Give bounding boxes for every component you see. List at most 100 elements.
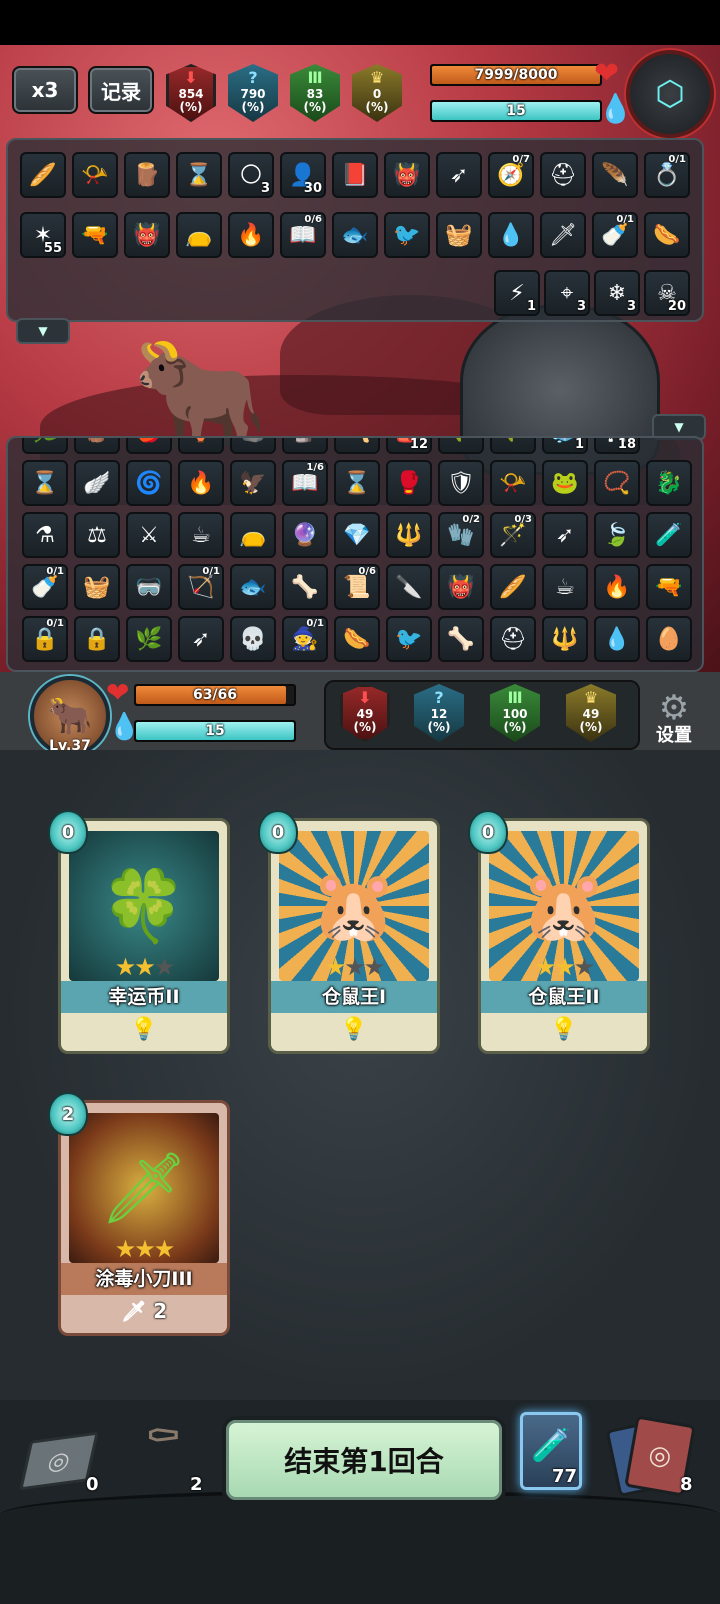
item-slot[interactable]: 🥚 bbox=[646, 616, 692, 662]
log-button[interactable]: 记录 bbox=[88, 66, 154, 114]
item-slot[interactable]: 🥖 bbox=[20, 152, 66, 198]
item-slot[interactable]: 🔒 0/1 bbox=[22, 616, 68, 662]
card-lucky-coin[interactable]: 🍀 ★★★ 幸运币II 💡 bbox=[58, 818, 230, 1054]
item-slot[interactable]: 👝 bbox=[230, 512, 276, 558]
item-slot[interactable]: 🔥 bbox=[594, 564, 640, 610]
card-hamster-king-1[interactable]: 🐹 ★★★ 仓鼠王I 💡 bbox=[268, 818, 440, 1054]
item-slot[interactable]: 🧺 bbox=[436, 212, 482, 258]
item-slot[interactable]: 🌭 bbox=[644, 212, 690, 258]
item-slot[interactable]: 👹 bbox=[124, 212, 170, 258]
item-slot[interactable]: 🍃 bbox=[594, 512, 640, 558]
item-slot[interactable]: ⚡ 1 bbox=[494, 270, 540, 316]
item-slot[interactable]: 🥊 bbox=[386, 460, 432, 506]
item-slot[interactable]: 🌀 bbox=[126, 460, 172, 506]
item-slot[interactable]: ⌖ 3 bbox=[544, 270, 590, 316]
item-slot[interactable]: 👤 30 bbox=[280, 152, 326, 198]
item-slot[interactable]: 🎒12 bbox=[386, 438, 432, 454]
item-slot[interactable]: 🍼 0/1 bbox=[592, 212, 638, 258]
item-slot[interactable]: 👹 bbox=[384, 152, 430, 198]
item-slot[interactable]: 🔱 bbox=[386, 512, 432, 558]
item-slot[interactable]: 🪽 bbox=[74, 460, 120, 506]
item-slot[interactable]: 🦅 bbox=[230, 460, 276, 506]
card-hamster-king-2[interactable]: 🐹 ★★★ 仓鼠王II 💡 bbox=[478, 818, 650, 1054]
item-slot[interactable]: ➶ bbox=[436, 152, 482, 198]
item-slot[interactable]: 🏺 bbox=[178, 438, 224, 454]
item-slot[interactable]: 🐦 bbox=[384, 212, 430, 258]
item-slot[interactable]: ⛑ bbox=[490, 616, 536, 662]
item-slot[interactable]: 🌕 3 bbox=[228, 152, 274, 198]
item-slot[interactable]: ☕ bbox=[178, 512, 224, 558]
item-slot[interactable]: 🥖 bbox=[490, 564, 536, 610]
enemy-panel-toggle[interactable]: ▼ bbox=[16, 318, 70, 344]
item-slot[interactable]: 🔮 bbox=[282, 512, 328, 558]
item-slot[interactable]: 🐟 bbox=[332, 212, 378, 258]
item-slot[interactable]: 💎 bbox=[334, 512, 380, 558]
enemy-portrait[interactable]: ⬡ bbox=[626, 50, 714, 138]
item-slot[interactable]: ⚗ bbox=[22, 512, 68, 558]
item-slot[interactable]: 🪄 0/3 bbox=[490, 512, 536, 558]
item-slot[interactable]: 🔫 bbox=[72, 212, 118, 258]
item-slot[interactable]: 🏹 0/1 bbox=[178, 564, 224, 610]
item-slot[interactable]: 📕 bbox=[332, 152, 378, 198]
item-slot[interactable]: 🌾 bbox=[490, 438, 536, 454]
item-slot[interactable]: ⛩18 bbox=[594, 438, 640, 454]
item-slot[interactable]: ⌛ bbox=[334, 460, 380, 506]
speed-button[interactable]: x3 bbox=[12, 66, 78, 114]
item-slot[interactable]: 💧 bbox=[488, 212, 534, 258]
item-slot[interactable]: 🐸 bbox=[542, 460, 588, 506]
item-slot[interactable]: 🌿 bbox=[126, 616, 172, 662]
item-slot[interactable]: 📖 1/6 bbox=[282, 460, 328, 506]
item-slot[interactable]: 💍 0/1 bbox=[644, 152, 690, 198]
item-slot[interactable]: 👝 bbox=[176, 212, 222, 258]
item-slot[interactable]: 🪵 bbox=[74, 438, 120, 454]
item-slot[interactable]: ⛑ bbox=[540, 152, 586, 198]
item-slot[interactable]: 🪶 bbox=[592, 152, 638, 198]
item-slot[interactable]: ❄ 3 bbox=[594, 270, 640, 316]
item-slot[interactable]: 🧙 0/1 bbox=[282, 616, 328, 662]
item-slot[interactable]: 🪓 bbox=[334, 438, 380, 454]
item-slot[interactable]: ☠ 20 bbox=[644, 270, 690, 316]
item-slot[interactable]: 🥽 bbox=[126, 564, 172, 610]
item-slot[interactable]: ⚔ bbox=[126, 512, 172, 558]
item-slot[interactable]: 🧭 0/7 bbox=[488, 152, 534, 198]
item-slot[interactable]: 🌭 bbox=[334, 616, 380, 662]
graveyard-button[interactable]: ⚰ bbox=[128, 1412, 198, 1482]
item-slot[interactable]: 🛡 bbox=[438, 460, 484, 506]
item-slot[interactable]: 🧤 0/2 bbox=[438, 512, 484, 558]
item-slot[interactable]: 🪵 bbox=[124, 152, 170, 198]
item-slot[interactable]: 📜 0/6 bbox=[334, 564, 380, 610]
item-slot[interactable]: 💧 bbox=[594, 616, 640, 662]
end-turn-button[interactable]: 结束第1回合 bbox=[222, 1416, 506, 1504]
item-slot[interactable]: 🔪 bbox=[386, 564, 432, 610]
item-slot[interactable]: 🧪 bbox=[646, 512, 692, 558]
item-slot[interactable]: 📯 bbox=[490, 460, 536, 506]
item-slot[interactable]: 🍎 bbox=[126, 438, 172, 454]
item-slot[interactable]: 🔫 bbox=[646, 564, 692, 610]
item-slot[interactable]: 🪨 bbox=[230, 438, 276, 454]
item-slot[interactable]: 📯 bbox=[72, 152, 118, 198]
item-slot[interactable]: 🧊1 bbox=[542, 438, 588, 454]
item-slot[interactable]: 🔥 bbox=[178, 460, 224, 506]
item-slot[interactable]: 📖 0/6 bbox=[280, 212, 326, 258]
item-slot[interactable]: 🗡 bbox=[540, 212, 586, 258]
item-slot[interactable]: 👹 bbox=[438, 564, 484, 610]
item-slot[interactable]: ☕ bbox=[542, 564, 588, 610]
item-slot[interactable]: ⚖ bbox=[74, 512, 120, 558]
item-slot[interactable]: 🍼 0/1 bbox=[22, 564, 68, 610]
item-slot[interactable]: ✶ 55 bbox=[20, 212, 66, 258]
item-slot[interactable]: ➶ bbox=[178, 616, 224, 662]
item-slot[interactable]: 🐦 bbox=[386, 616, 432, 662]
item-slot[interactable]: 🔥 bbox=[228, 212, 274, 258]
item-slot[interactable]: 🐟 bbox=[230, 564, 276, 610]
item-slot[interactable]: ➶ bbox=[542, 512, 588, 558]
item-slot[interactable]: 🌿 bbox=[22, 438, 68, 454]
item-slot[interactable]: 🐉 bbox=[646, 460, 692, 506]
item-slot[interactable]: 📿 bbox=[594, 460, 640, 506]
player-item-panel[interactable]: 🌿 🪵 🍎 🏺 🪨 🗿 🪓 🎒12 🌾 🌾 🧊1 ⛩18 ⌛ 🪽 🌀 🔥 🦅 📖1/6 ⌛ 🥊 🛡 📯 🐸 📿 🐉 ⚗ ⚖ ⚔ ☕ 👝 🔮 💎… bbox=[6, 436, 704, 672]
item-slot[interactable]: 🧺 bbox=[74, 564, 120, 610]
item-slot[interactable]: 🗿 bbox=[282, 438, 328, 454]
item-slot[interactable]: ⌛ bbox=[22, 460, 68, 506]
item-slot[interactable]: 🦴 bbox=[438, 616, 484, 662]
item-slot[interactable]: 🔒 bbox=[74, 616, 120, 662]
item-slot[interactable]: 🔱 bbox=[542, 616, 588, 662]
